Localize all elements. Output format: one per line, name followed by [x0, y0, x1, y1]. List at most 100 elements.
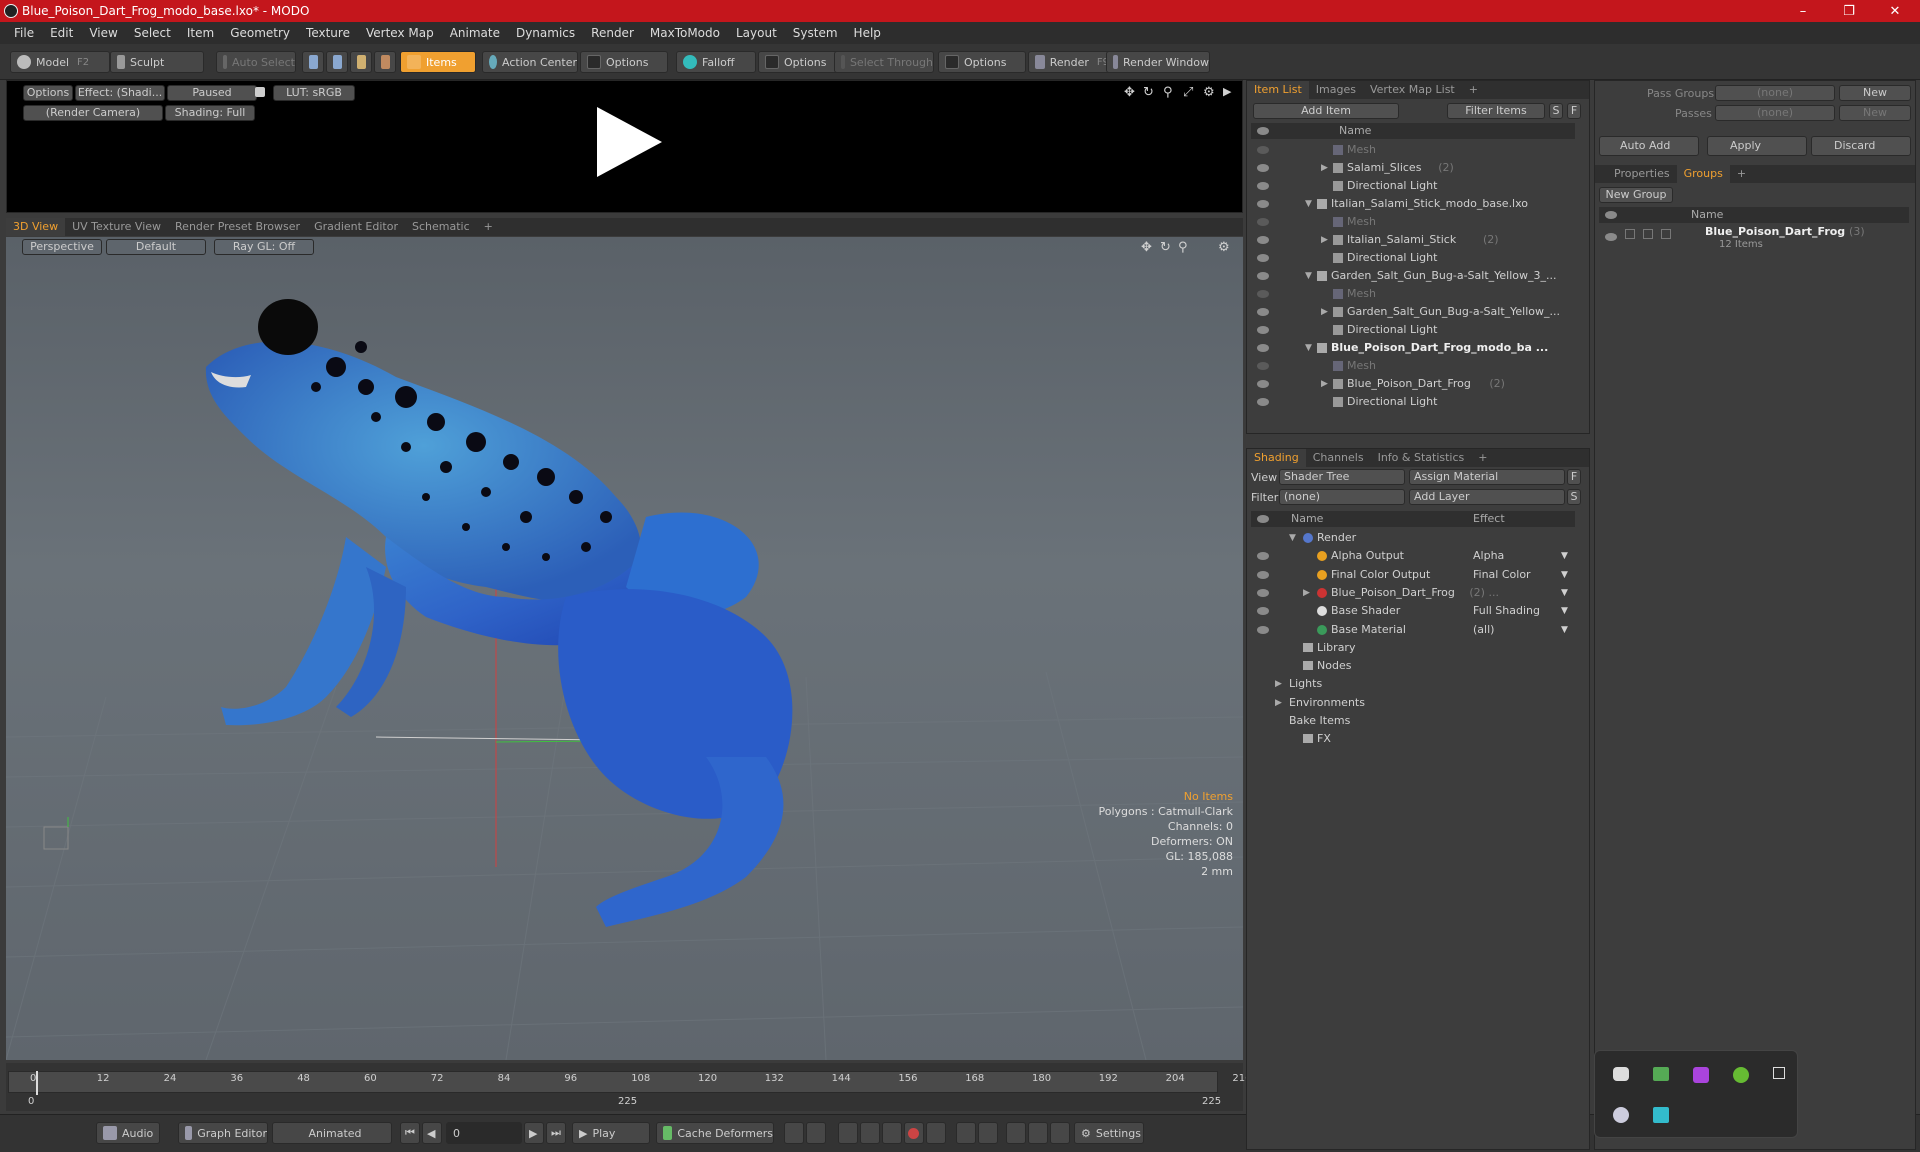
shader-tree-row[interactable]: Base Material (all) ▼ [1251, 621, 1575, 639]
tab-3d-view[interactable]: 3D View [6, 218, 66, 236]
eye-icon[interactable] [1257, 200, 1269, 208]
shading-s-button[interactable]: S [1567, 489, 1581, 505]
auto-add-button[interactable]: Auto Add [1599, 136, 1699, 156]
tab-schematic[interactable]: Schematic [405, 218, 477, 236]
group-select-icon[interactable] [1661, 229, 1671, 239]
menu-texture[interactable]: Texture [298, 26, 358, 40]
animated-dropdown[interactable]: Animated [272, 1122, 392, 1144]
eye-icon[interactable] [1257, 344, 1269, 352]
eye-icon[interactable] [1257, 218, 1269, 226]
3d-viewport[interactable]: Perspective Default Ray GL: Off ✥ ↻ ⚲ ⚙ [6, 237, 1243, 1060]
shader-tree-row[interactable]: Base Shader Full Shading ▼ [1251, 602, 1575, 620]
tab-images[interactable]: Images [1309, 81, 1363, 99]
item-list-s-button[interactable]: S [1549, 103, 1563, 119]
expand-arrow-icon[interactable]: ▶ [1321, 231, 1328, 249]
eye-icon[interactable] [1257, 607, 1269, 616]
key-tool-6[interactable] [926, 1122, 946, 1144]
key-tool-5[interactable] [882, 1122, 902, 1144]
tab-groups[interactable]: Groups [1676, 165, 1730, 183]
collapse-arrow-icon[interactable]: ▼ [1305, 195, 1312, 213]
menu-select[interactable]: Select [126, 26, 179, 40]
item-list-row[interactable]: Mesh [1251, 285, 1575, 303]
eye-icon[interactable] [1257, 398, 1269, 406]
eye-icon[interactable] [1257, 164, 1269, 172]
prev-frame-button[interactable]: ◀ [422, 1122, 442, 1144]
add-item-dropdown[interactable]: Add Item [1253, 103, 1399, 119]
eye-icon[interactable] [1257, 380, 1269, 388]
lock-icon[interactable] [255, 87, 265, 97]
discord-icon[interactable] [1613, 1067, 1629, 1081]
expand-arrow-icon[interactable]: ▶ [1275, 675, 1282, 693]
add-tab-button[interactable]: + [477, 218, 500, 236]
expand-arrow-icon[interactable]: ▶ [1303, 584, 1310, 602]
menu-vertex-map[interactable]: Vertex Map [358, 26, 442, 40]
collapse-arrow-icon[interactable]: ▼ [1289, 529, 1296, 547]
menu-edit[interactable]: Edit [42, 26, 81, 40]
menu-file[interactable]: File [6, 26, 42, 40]
item-list-row[interactable]: Directional Light [1251, 249, 1575, 267]
key-tool-9[interactable] [1006, 1122, 1026, 1144]
preview-options-button[interactable]: Options [23, 85, 73, 101]
collapse-arrow-icon[interactable]: ▼ [1305, 339, 1312, 357]
shading-f-button[interactable]: F [1567, 469, 1581, 485]
new-group-button[interactable]: New Group [1599, 187, 1673, 203]
options-button-2[interactable]: Options [758, 51, 846, 73]
key-tool-2[interactable] [806, 1122, 826, 1144]
group-lock-icon[interactable] [1625, 229, 1635, 239]
key-tool-11[interactable] [1050, 1122, 1070, 1144]
eye-icon[interactable] [1257, 326, 1269, 334]
chevron-right-icon[interactable]: ▶ [1223, 85, 1231, 98]
vertex-mode-button[interactable] [302, 51, 324, 73]
graph-editor-button[interactable]: Graph Editor [178, 1122, 268, 1144]
assign-material-button[interactable]: Assign Material [1409, 469, 1565, 485]
next-frame-button[interactable]: ▶ [524, 1122, 544, 1144]
menu-animate[interactable]: Animate [442, 26, 508, 40]
item-list-row[interactable]: ▶ Blue_Poison_Dart_Frog (2) [1251, 375, 1575, 393]
gear-icon[interactable]: ⚙ [1203, 85, 1215, 100]
menu-dynamics[interactable]: Dynamics [508, 26, 583, 40]
timeline[interactable]: 0 12 24 36 48 60 72 84 96 108 120 132 144 156 168 180 19… [6, 1063, 1251, 1111]
auto-select-button[interactable]: Auto Select [216, 51, 296, 73]
tab-vertex-map-list[interactable]: Vertex Map List [1363, 81, 1462, 99]
eye-icon[interactable] [1257, 625, 1269, 634]
tab-render-preset-browser[interactable]: Render Preset Browser [168, 218, 307, 236]
item-list-row[interactable]: Mesh [1251, 213, 1575, 231]
preview-shading-dropdown[interactable]: Shading: Full [165, 105, 255, 121]
maximize-button[interactable]: ❐ [1826, 0, 1872, 22]
expand-arrow-icon[interactable]: ▶ [1321, 375, 1328, 393]
key-tool-8[interactable] [978, 1122, 998, 1144]
chevron-down-icon[interactable]: ▼ [1561, 621, 1568, 639]
tab-properties[interactable]: Properties [1607, 165, 1677, 183]
expand-arrow-icon[interactable]: ▶ [1275, 694, 1282, 712]
shader-view-dropdown[interactable]: Shader Tree [1279, 469, 1405, 485]
action-center-button[interactable]: Action Center [482, 51, 578, 73]
shader-effect-dropdown[interactable]: (all) [1473, 621, 1494, 639]
item-list-row[interactable]: ▼ Italian_Salami_Stick_modo_base.lxo [1251, 195, 1575, 213]
item-list-row[interactable]: ▼ Garden_Salt_Gun_Bug-a-Salt_Yellow_3_... [1251, 267, 1575, 285]
eye-icon[interactable] [1605, 233, 1617, 241]
menu-help[interactable]: Help [846, 26, 889, 40]
group-row[interactable]: Blue_Poison_Dart_Frog (3) 12 Items [1599, 225, 1909, 253]
material-mode-button[interactable] [374, 51, 396, 73]
maximize-view-icon[interactable]: ⤢ [1183, 85, 1193, 100]
menu-item[interactable]: Item [179, 26, 222, 40]
chevron-down-icon[interactable]: ▼ [1561, 566, 1568, 584]
menu-view[interactable]: View [81, 26, 125, 40]
chevron-down-icon[interactable]: ▼ [1561, 584, 1568, 602]
item-list-row[interactable]: Directional Light [1251, 393, 1575, 411]
tab-shading[interactable]: Shading [1247, 449, 1306, 467]
sculpt-button[interactable]: Sculpt [110, 51, 204, 73]
minimize-button[interactable]: – [1780, 0, 1826, 22]
shader-tree-row[interactable]: ▶ Lights [1251, 675, 1575, 693]
item-list-row[interactable]: Directional Light [1251, 321, 1575, 339]
eye-icon[interactable] [1257, 362, 1269, 370]
record-button[interactable] [904, 1122, 924, 1144]
preview-paused-button[interactable]: Paused [167, 85, 257, 101]
apply-button[interactable]: Apply [1707, 136, 1807, 156]
eye-icon[interactable] [1257, 254, 1269, 262]
move-view-icon[interactable]: ✥ [1124, 85, 1135, 100]
eye-icon[interactable] [1257, 236, 1269, 244]
expand-arrow-icon[interactable]: ▶ [1321, 159, 1328, 177]
item-list-row[interactable]: Mesh [1251, 357, 1575, 375]
passes-dropdown[interactable]: (none) [1715, 105, 1835, 121]
